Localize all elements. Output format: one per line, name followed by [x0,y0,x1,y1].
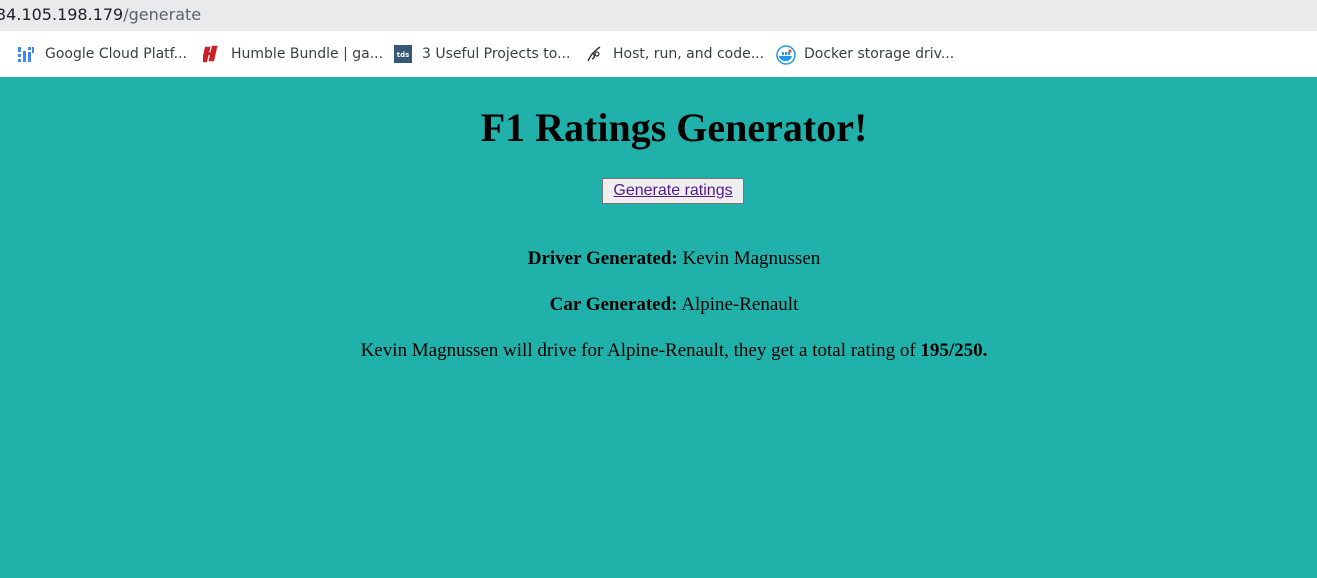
car-line: Car Generated: Alpine-Renault [0,293,1317,317]
url-host: 34.105.198.179 [0,5,124,24]
generate-ratings-link[interactable]: Generate ratings [613,182,732,199]
tds-icon: tds [394,45,412,63]
docker-icon [776,45,796,65]
bookmark-humble-bundle[interactable]: Humble Bundle | ga... [201,43,384,65]
bookmark-tds[interactable]: tds 3 Useful Projects to... [394,43,570,65]
driver-value: Kevin Magnussen [682,248,821,269]
car-value: Alpine-Renault [681,294,799,315]
url-path: /generate [123,5,202,24]
svg-text:tds: tds [397,51,410,59]
bookmark-label: 3 Useful Projects to... [422,46,571,62]
bookmark-docker[interactable]: Docker storage driv... [776,43,954,65]
address-bar[interactable]: 34.105.198.179/generate [0,0,1317,31]
bookmark-label: Host, run, and code... [613,46,765,62]
bookmarks-bar: Google Cloud Platf... Humble Bundle | ga… [0,31,1317,77]
bookmark-replit[interactable]: Host, run, and code... [585,43,764,65]
bookmark-label: Docker storage driv... [804,46,955,62]
page-content: F1 Ratings Generator! Generate ratings D… [0,77,1317,578]
bookmark-label: Google Cloud Platf... [45,46,187,62]
replit-icon [585,45,603,63]
url-text[interactable]: 34.105.198.179/generate [0,0,201,29]
humble-bundle-icon [201,45,221,63]
summary-line: Kevin Magnussen will drive for Alpine-Re… [0,339,1317,363]
bookmark-google-cloud[interactable]: Google Cloud Platf... [17,43,187,65]
page-title: F1 Ratings Generator! [480,105,868,150]
generate-ratings-button[interactable]: Generate ratings [602,178,744,204]
driver-line: Driver Generated: Kevin Magnussen [0,247,1317,271]
bookmark-label: Humble Bundle | ga... [231,46,384,62]
google-cloud-icon [17,45,35,63]
summary-text: Kevin Magnussen will drive for Alpine-Re… [360,340,916,361]
car-label: Car Generated: [549,294,678,315]
driver-label: Driver Generated: [527,248,678,269]
rating-value: 195/250. [920,340,988,361]
